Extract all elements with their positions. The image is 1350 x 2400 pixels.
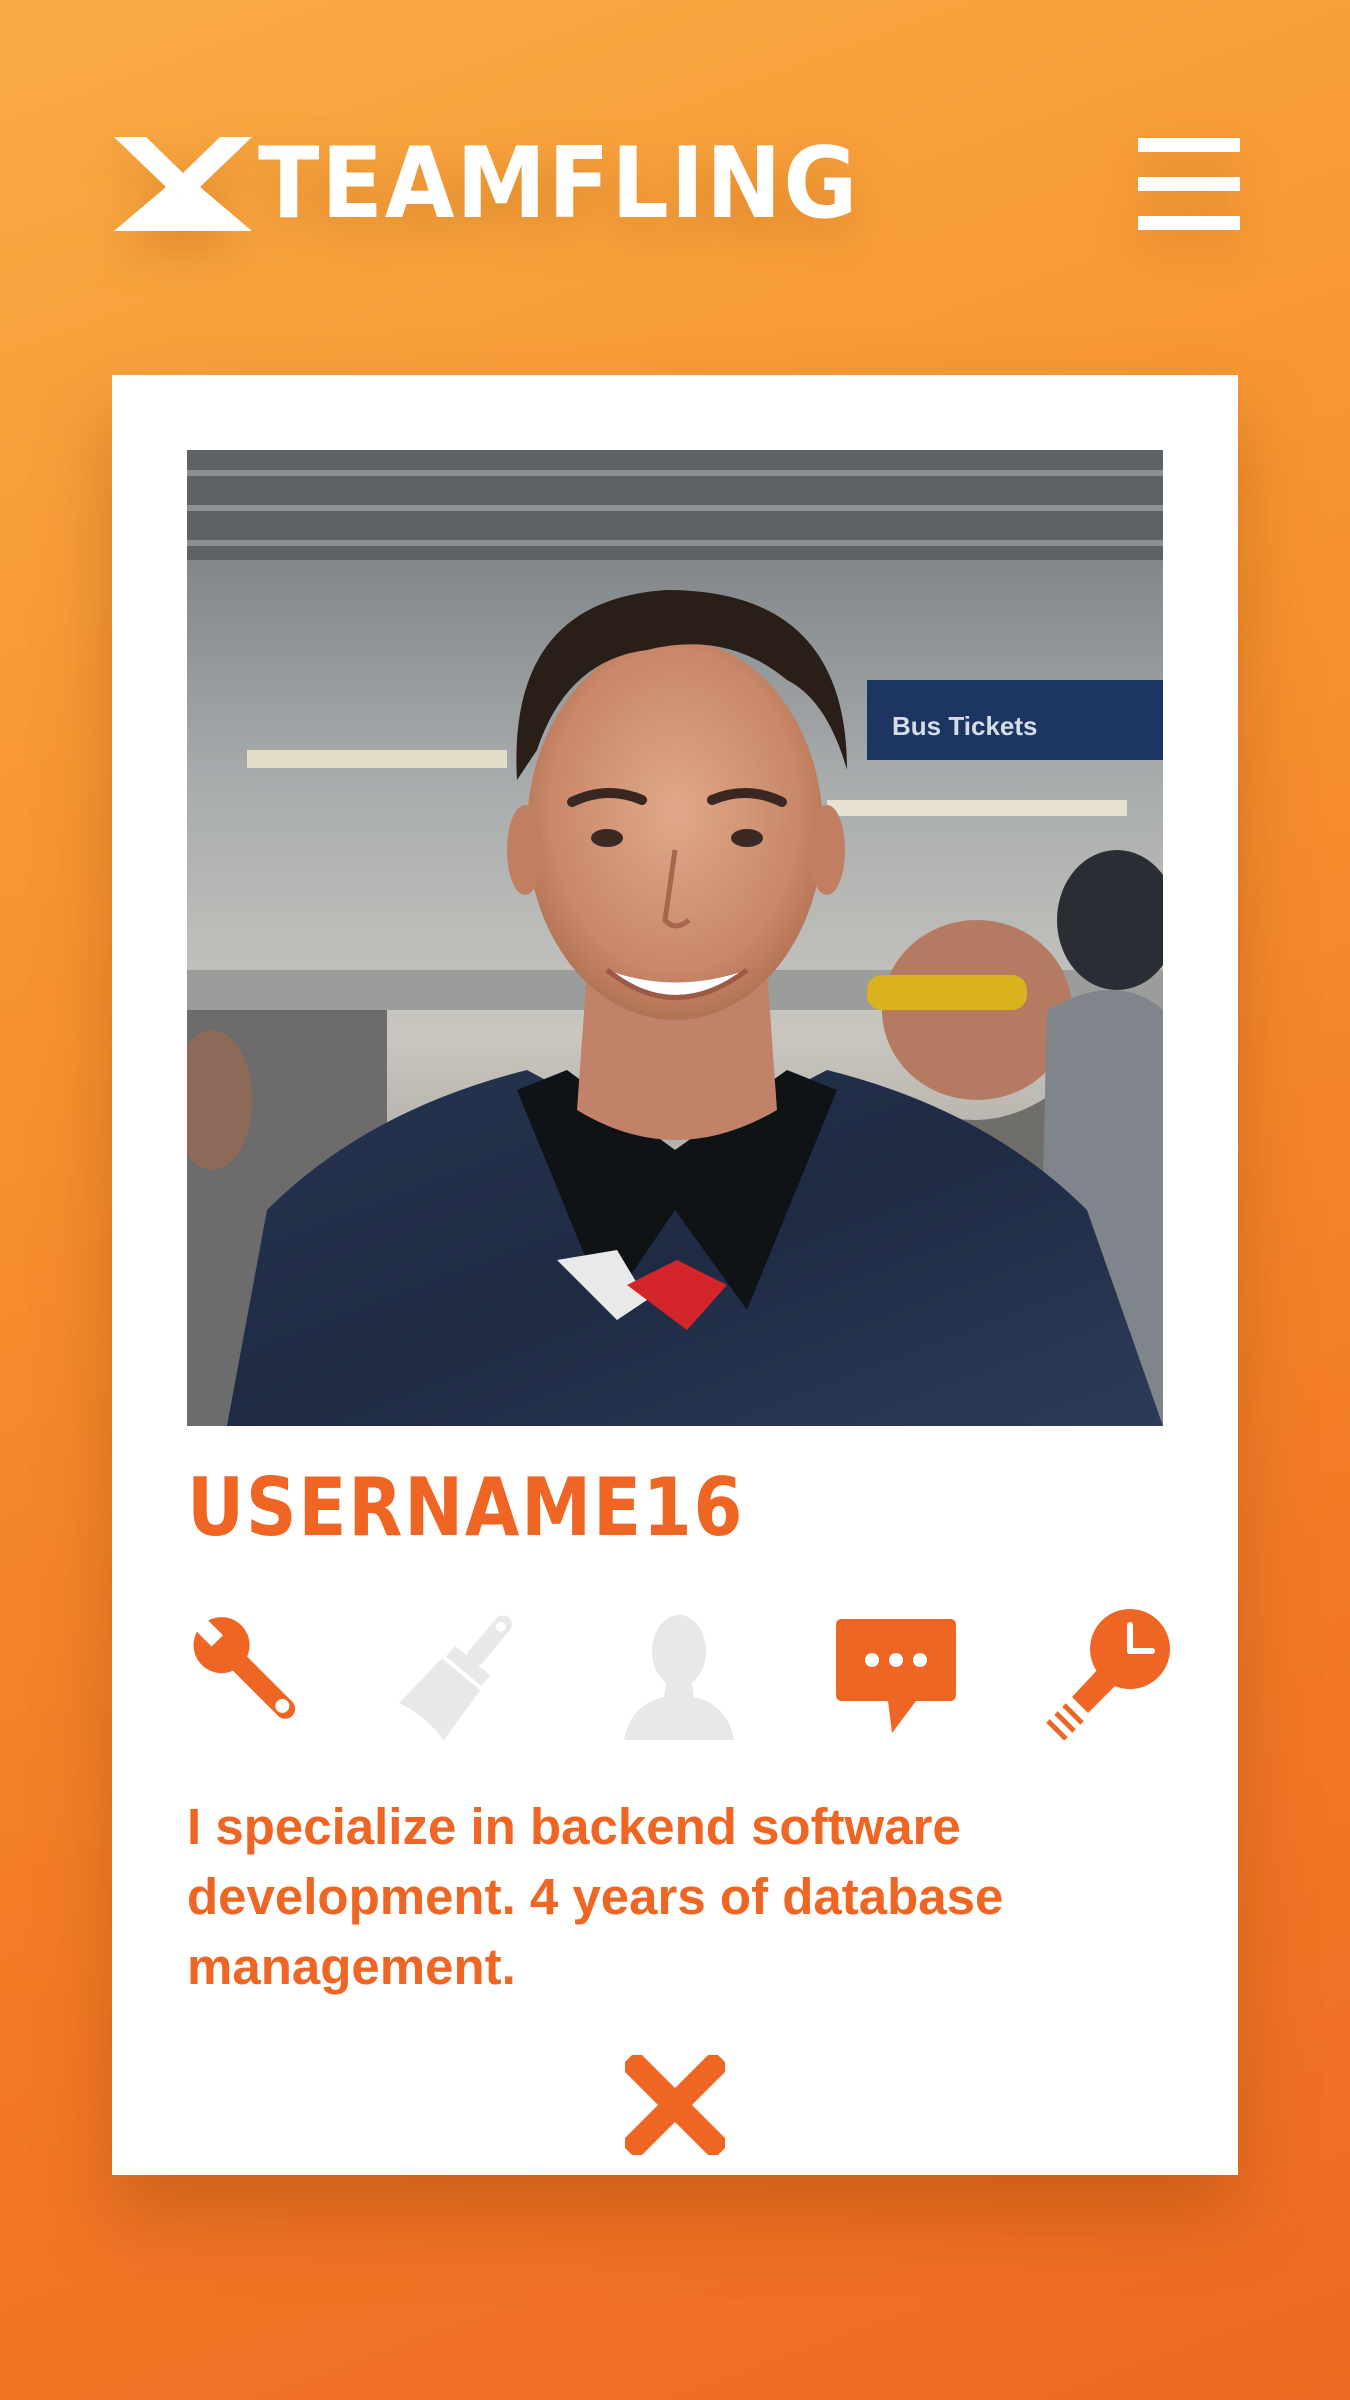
skill-lightbulb-clock[interactable] — [1044, 1605, 1179, 1740]
svg-text:Bus Tickets: Bus Tickets — [892, 711, 1037, 741]
paintbrush-icon — [399, 1615, 512, 1740]
close-button[interactable] — [620, 2050, 730, 2160]
skill-paintbrush[interactable] — [396, 1605, 531, 1740]
teamfling-logo[interactable]: TEAMFLING — [112, 134, 911, 234]
person-icon — [624, 1615, 734, 1740]
skill-icons — [180, 1605, 1180, 1740]
profile-photo[interactable]: Bus Tickets — [187, 450, 1163, 1426]
skill-person[interactable] — [612, 1605, 747, 1740]
skill-speech-bubble[interactable] — [828, 1605, 963, 1740]
speech-bubble-icon — [836, 1619, 956, 1733]
profile-bio: I specialize in backend software develop… — [187, 1798, 1004, 1995]
wrench-icon — [193, 1616, 296, 1719]
logo-text: TEAMFLING — [258, 127, 860, 241]
logo-mark-icon — [114, 137, 252, 231]
app-header: TEAMFLING — [0, 0, 1350, 330]
menu-button[interactable] — [1138, 138, 1240, 230]
lightbulb-clock-icon — [1046, 1609, 1170, 1740]
skill-wrench[interactable] — [180, 1605, 315, 1740]
username: USERNAME16 — [187, 1461, 745, 1554]
profile-card: Bus Tickets USERNAME16 I specialize in b… — [112, 375, 1238, 2175]
profile-photo-image: Bus Tickets — [187, 450, 1163, 1426]
close-icon — [620, 2050, 730, 2160]
